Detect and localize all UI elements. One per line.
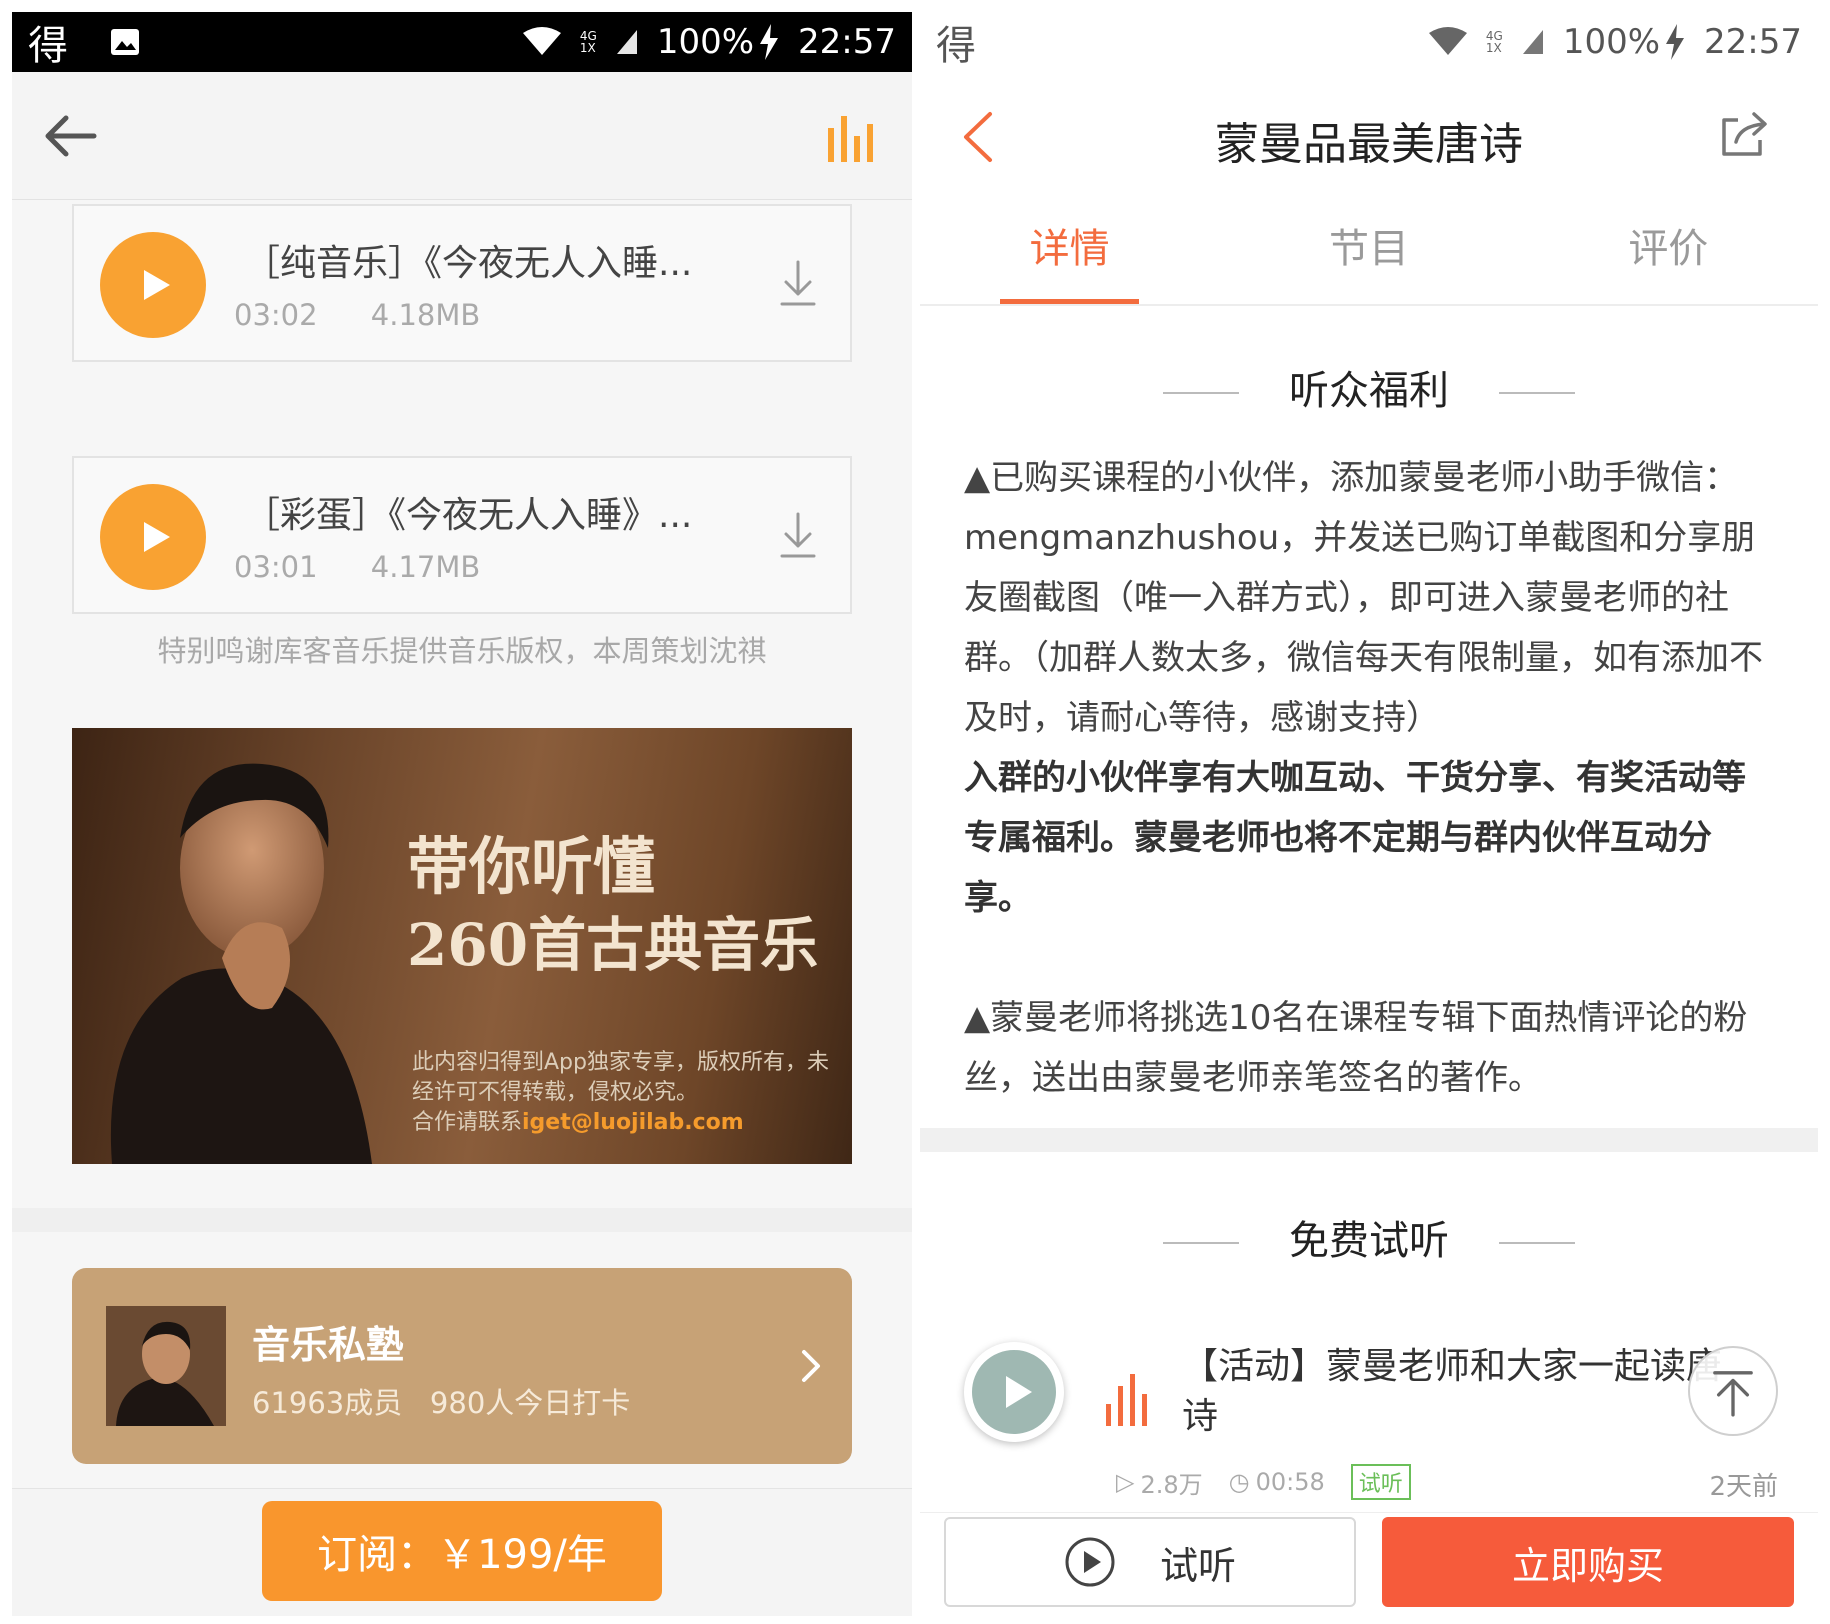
chevron-right-icon <box>802 1350 820 1382</box>
wifi-icon <box>1428 27 1468 57</box>
listen-label: 试听 <box>1159 1543 1236 1588</box>
community-name: 音乐私塾 <box>252 1323 405 1367</box>
play-count: 2.8万 <box>1140 1470 1203 1499</box>
trial-badge: 试听 <box>1350 1464 1411 1500</box>
benefits-paragraph: ▲蒙曼老师将挑选10名在课程专辑下面热情评论的粉丝，送出由蒙曼老师亲笔签名的著作… <box>964 998 1748 1098</box>
episode-cover-play-button[interactable] <box>964 1342 1064 1442</box>
free-trial-heading-text: 免费试听 <box>1289 1218 1449 1264</box>
community-avatar <box>106 1306 226 1426</box>
audio-playing-icon[interactable] <box>826 112 878 164</box>
network-type-1x: 1X <box>1485 41 1502 55</box>
signal-icon <box>615 28 639 56</box>
charging-icon <box>1664 24 1686 60</box>
track-duration: 03:02 <box>234 298 318 332</box>
banner-subheadline: 260首古典音乐 <box>407 911 819 979</box>
back-arrow-icon[interactable] <box>40 110 100 162</box>
track-title: ［纯音乐］《今夜无人入睡... <box>244 243 693 284</box>
contact-email: iget@luojilab.com <box>522 1110 744 1135</box>
section-divider <box>920 1128 1818 1152</box>
benefits-bold-paragraph: 入群的小伙伴享有大咖互动、干货分享、有奖活动等专属福利。蒙曼老师也将不定期与群内… <box>964 758 1746 918</box>
share-icon[interactable] <box>1718 110 1770 158</box>
copyright-text: 此内容归得到App独家专享，版权所有，未经许可不得转载，侵权必究。 <box>412 1050 829 1105</box>
charging-icon <box>758 24 780 60</box>
audio-track-card[interactable]: ［纯音乐］《今夜无人入睡... 03:02 4.18MB <box>72 204 852 362</box>
bottom-bar: 订阅：￥199/年 <box>12 1488 912 1616</box>
app-notification-icon: 得 <box>936 23 976 69</box>
play-circle-icon <box>1065 1537 1115 1587</box>
section-divider <box>12 1208 912 1232</box>
heading-rule <box>1499 1242 1575 1244</box>
track-title: ［彩蛋］《今夜无人入睡》... <box>244 495 693 536</box>
clock: 22:57 <box>1704 22 1802 62</box>
app-notification-icon: 得 <box>28 23 68 69</box>
scroll-to-top-icon[interactable] <box>1688 1346 1778 1436</box>
member-count: 61963成员 <box>252 1386 403 1420</box>
banner-copyright-notice: 此内容归得到App独家专享，版权所有，未经许可不得转载，侵权必究。 合作请联系i… <box>412 1048 832 1138</box>
episode-title: 【活动】蒙曼老师和大家一起读唐诗 <box>1182 1346 1723 1437</box>
free-trial-heading: 免费试听 <box>920 1208 1818 1266</box>
contact-prefix: 合作请联系 <box>412 1110 523 1135</box>
subscribe-button[interactable]: 订阅：￥199/年 <box>262 1501 662 1601</box>
left-screen: 得 4G 1X 100% 22:57 ［纯音乐］《今夜无人入睡... 03:02… <box>12 12 912 1616</box>
buy-now-button[interactable]: 立即购买 <box>1382 1517 1794 1607</box>
community-stats: 61963成员 980人今日打卡 <box>252 1380 630 1422</box>
heading-rule <box>1163 1242 1239 1244</box>
tab-reviews[interactable]: 评价 <box>1519 198 1818 304</box>
network-indicator: 4G 1X <box>580 30 597 54</box>
track-size: 4.18MB <box>370 298 481 332</box>
tab-bar: 详情 节目 评价 <box>920 198 1818 306</box>
battery-percent: 100% <box>656 22 755 62</box>
tab-details[interactable]: 详情 <box>920 198 1219 304</box>
benefits-heading: 听众福利 <box>920 358 1818 416</box>
download-icon[interactable] <box>778 510 818 560</box>
trial-listen-button[interactable]: 试听 <box>944 1517 1356 1607</box>
header-bar <box>12 72 912 200</box>
download-icon[interactable] <box>778 258 818 308</box>
wifi-icon <box>522 27 562 57</box>
battery-percent: 100% <box>1562 22 1661 62</box>
community-card[interactable]: 音乐私塾 61963成员 980人今日打卡 <box>72 1268 852 1464</box>
audio-track-card[interactable]: ［彩蛋］《今夜无人入睡》... 03:01 4.17MB <box>72 456 852 614</box>
play-button[interactable] <box>100 232 206 338</box>
tab-episodes[interactable]: 节目 <box>1219 198 1518 304</box>
track-meta: 03:02 4.18MB <box>234 298 524 332</box>
trial-episode-item[interactable]: 【活动】蒙曼老师和大家一起读唐诗 ▷ 2.8万 ◷ 00:58 试听 2天前 <box>920 1328 1818 1508</box>
clock-icon: ◷ <box>1228 1468 1250 1496</box>
header-bar: 蒙曼品最美唐诗 <box>920 72 1818 198</box>
track-size: 4.17MB <box>370 550 481 584</box>
credits-text: 特别鸣谢库客音乐提供音乐版权，本周策划沈祺 <box>157 634 767 668</box>
status-bar: 得 4G 1X 100% 22:57 <box>920 12 1818 72</box>
network-indicator: 4G 1X <box>1486 30 1503 54</box>
status-bar: 得 4G 1X 100% 22:57 <box>12 12 912 72</box>
track-meta: 03:01 4.17MB <box>234 550 524 584</box>
play-button[interactable] <box>100 484 206 590</box>
network-type-1x: 1X <box>579 41 596 55</box>
benefits-heading-text: 听众福利 <box>1289 368 1449 414</box>
playing-equalizer-icon <box>1106 1374 1147 1426</box>
benefits-paragraph: ▲已购买课程的小伙伴，添加蒙曼老师小助手微信：mengmanzhushou，并发… <box>964 458 1763 738</box>
checkin-count: 980人今日打卡 <box>429 1386 631 1420</box>
right-screen: 得 4G 1X 100% 22:57 蒙曼品最美唐诗 详情 节目 评价 听众福利… <box>920 12 1818 1616</box>
host-portrait-image <box>110 763 372 1164</box>
play-count-icon: ▷ <box>1116 1468 1135 1496</box>
heading-rule <box>1499 392 1575 394</box>
banner-headline: 带你听懂 <box>407 830 656 903</box>
episode-date: 2天前 <box>1709 1472 1778 1502</box>
image-notification-icon <box>110 28 140 56</box>
benefits-body: ▲已购买课程的小伙伴，添加蒙曼老师小助手微信：mengmanzhushou，并发… <box>964 448 1776 1108</box>
track-duration: 03:01 <box>234 550 318 584</box>
episode-meta: ▷ 2.8万 ◷ 00:58 试听 <box>1116 1464 1437 1500</box>
bottom-bar: 试听 立即购买 <box>920 1512 1818 1616</box>
page-title: 蒙曼品最美唐诗 <box>1215 119 1523 170</box>
clock: 22:57 <box>798 22 896 62</box>
signal-icon <box>1521 28 1545 56</box>
course-banner[interactable]: 带你听懂 260首古典音乐 此内容归得到App独家专享，版权所有，未经许可不得转… <box>72 728 852 1164</box>
episode-duration: 00:58 <box>1255 1468 1325 1496</box>
heading-rule <box>1163 392 1239 394</box>
